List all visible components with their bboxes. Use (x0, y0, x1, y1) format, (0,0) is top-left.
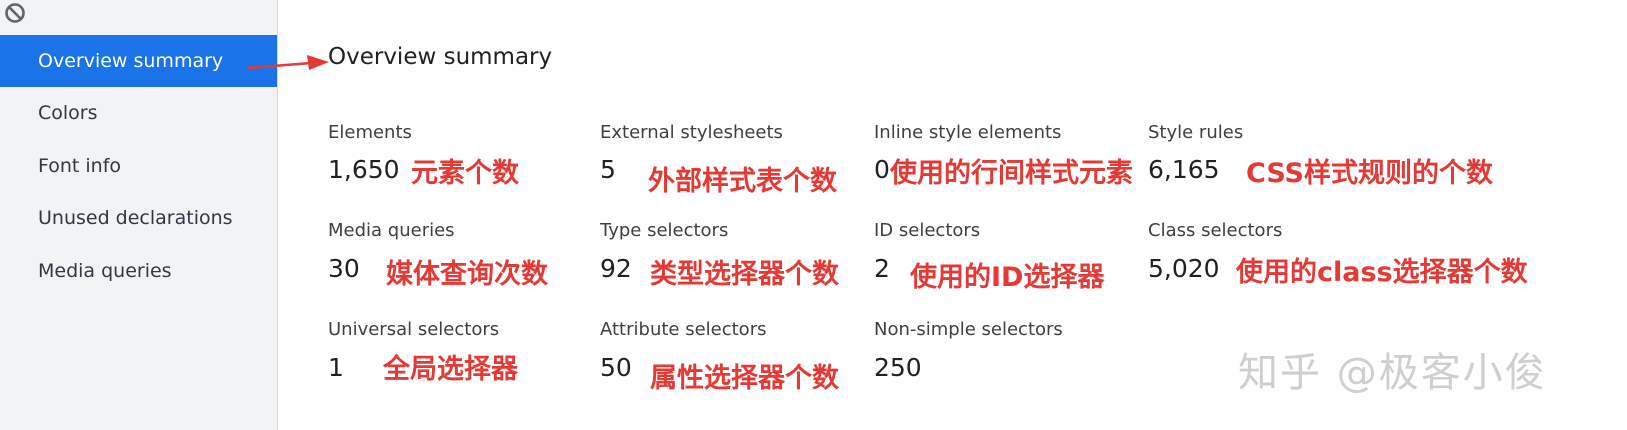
annotation-attribute-selectors: 属性选择器个数 (650, 363, 839, 394)
sidebar-item-overview-summary[interactable]: Overview summary (0, 35, 277, 87)
metric-label-style-rules: Style rules (1148, 122, 1244, 143)
metric-label-media-queries: Media queries (328, 220, 455, 241)
sidebar-item-label: Font info (38, 155, 122, 177)
annotation-elements: 元素个数 (411, 158, 519, 189)
block-icon[interactable] (4, 2, 26, 24)
metric-label-universal-selectors: Universal selectors (328, 319, 500, 340)
metric-label-elements: Elements (328, 122, 412, 143)
annotation-type-selectors: 类型选择器个数 (650, 259, 839, 290)
metric-label-type-selectors: Type selectors (600, 220, 729, 241)
annotation-style-rules: CSS样式规则的个数 (1246, 158, 1493, 189)
annotation-id-selectors: 使用的ID选择器 (910, 262, 1105, 293)
metric-value-universal-selectors: 1 (328, 353, 344, 382)
sidebar-item-font-info[interactable]: Font info (0, 140, 277, 192)
metric-value-elements: 1,650 (328, 155, 400, 184)
sidebar-item-unused-declarations[interactable]: Unused declarations (0, 192, 277, 244)
metric-value-media-queries: 30 (328, 254, 360, 283)
metric-value-class-selectors: 5,020 (1148, 254, 1220, 283)
metric-value-style-rules: 6,165 (1148, 155, 1220, 184)
annotation-media-queries: 媒体查询次数 (386, 259, 548, 290)
sidebar: Overview summary Colors Font info Unused… (0, 0, 278, 430)
sidebar-item-label: Overview summary (38, 50, 224, 72)
css-overview-panel: Overview summary Colors Font info Unused… (0, 0, 1627, 430)
annotation-external-stylesheets: 外部样式表个数 (648, 166, 837, 197)
metric-label-non-simple-selectors: Non-simple selectors (874, 319, 1063, 340)
metric-label-attribute-selectors: Attribute selectors (600, 319, 767, 340)
annotation-universal-selectors: 全局选择器 (383, 354, 518, 385)
sidebar-item-label: Unused declarations (38, 207, 233, 229)
metric-value-external-stylesheets: 5 (600, 155, 616, 184)
annotation-arrow-icon (246, 55, 329, 70)
annotation-inline-style-elements: 使用的行间样式元素 (890, 158, 1133, 189)
metric-value-attribute-selectors: 50 (600, 353, 632, 382)
sidebar-item-media-queries[interactable]: Media queries (0, 245, 277, 297)
metric-label-inline-style-elements: Inline style elements (874, 122, 1062, 143)
metric-value-type-selectors: 92 (600, 254, 632, 283)
metric-label-id-selectors: ID selectors (874, 220, 981, 241)
page-title: Overview summary (328, 44, 553, 70)
metric-label-class-selectors: Class selectors (1148, 220, 1283, 241)
annotation-class-selectors: 使用的class选择器个数 (1236, 257, 1528, 288)
metric-value-inline-style-elements: 0 (874, 155, 890, 184)
metric-value-id-selectors: 2 (874, 254, 890, 283)
watermark: 知乎 @极客小俊 (1238, 350, 1547, 396)
metric-label-external-stylesheets: External stylesheets (600, 122, 783, 143)
sidebar-item-label: Colors (38, 102, 98, 124)
sidebar-item-colors[interactable]: Colors (0, 87, 277, 139)
metric-value-non-simple-selectors: 250 (874, 353, 922, 382)
sidebar-item-label: Media queries (38, 260, 172, 282)
